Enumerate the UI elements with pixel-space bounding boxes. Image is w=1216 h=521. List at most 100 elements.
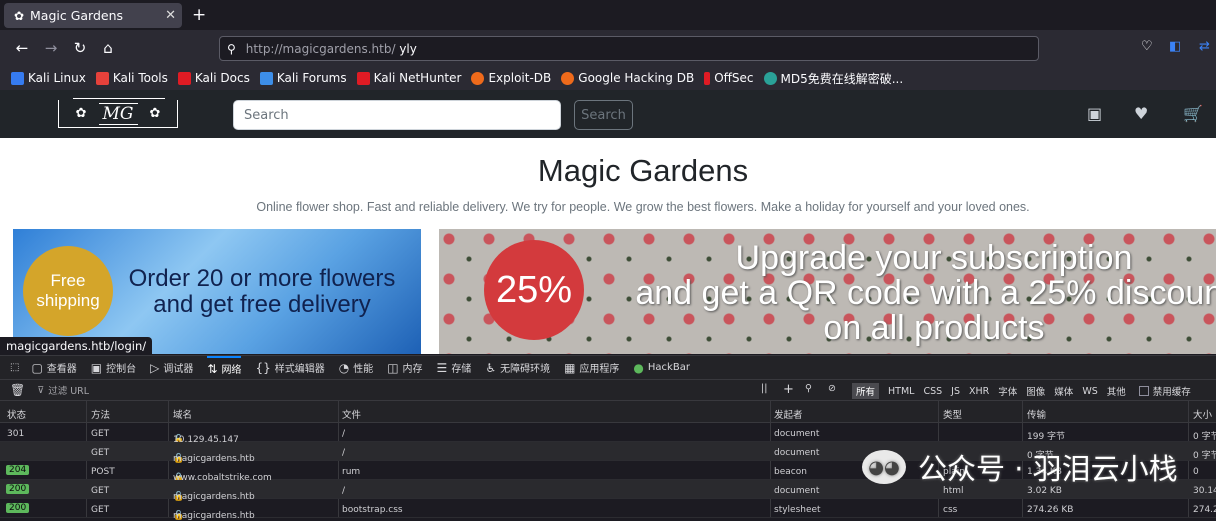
trash-icon[interactable]: 🗑 [10, 383, 25, 397]
devtools-tab[interactable]: ▷ 调试器 [150, 356, 193, 380]
bookmark-item[interactable]: Exploit-DB [471, 71, 551, 85]
kali-docs-icon [177, 71, 191, 85]
tab-bar: ✿ Magic Gardens ✕ + [0, 0, 1216, 30]
filter-type[interactable]: 媒体 [1054, 384, 1073, 398]
filter-type[interactable]: JS [951, 386, 960, 397]
devtools-tab[interactable]: ♿ 无障碍环境 [485, 356, 550, 380]
bag-icon[interactable]: ▣ [1087, 104, 1102, 123]
filter-type[interactable]: 其他 [1107, 384, 1126, 398]
page-subtitle: Online flower shop. Fast and reliable de… [256, 200, 1030, 214]
table-row[interactable]: 301 GET 🔓 10.129.45.147 / document 199 字节… [0, 423, 1216, 445]
back-icon[interactable]: ← [13, 39, 31, 57]
devtools-tab[interactable]: ☰ 存储 [437, 356, 472, 380]
sync-icon[interactable]: ⇄ [1199, 39, 1210, 54]
pause-icon[interactable]: || [761, 383, 767, 394]
search-icon: ⚲ [227, 41, 236, 56]
devtools-tab[interactable]: ▣ 控制台 [91, 356, 136, 380]
bookmark-item[interactable]: Kali NetHunter [356, 71, 461, 85]
navigation-toolbar: ← → ↻ ⌂ ⚲ http://magicgardens.htb/ yly ♡… [0, 30, 1216, 66]
element-picker-icon[interactable]: ⬚ [10, 356, 19, 380]
bookmark-item[interactable]: MD5免费在线解密破... [763, 70, 903, 87]
col-domain[interactable]: 域名 [173, 407, 192, 421]
filter-type[interactable]: HTML [888, 386, 914, 397]
devtools-tab[interactable]: ◔ 性能 [339, 356, 373, 380]
table-row[interactable]: 200 GET 🔓 magicgardens.htb bootstrap.css … [0, 499, 1216, 521]
status-badge: 204 [6, 465, 30, 475]
disable-cache-checkbox[interactable] [1138, 386, 1149, 396]
memory-icon: ◫ [387, 360, 399, 375]
col-file[interactable]: 文件 [342, 407, 361, 421]
network-filter-bar: 🗑 ⊽ 过滤 URL || + ⚲ ⊘ 所有 HTML CSS JS XHR 字… [0, 379, 1216, 401]
col-transfer[interactable]: 传输 [1027, 407, 1046, 421]
subscription-banner[interactable]: 25% Upgrade your subscription and get a … [439, 229, 1216, 354]
devtools-toolbar: ⬚ ▢ 查看器 ▣ 控制台 ▷ 调试器 ⇅ 网络 {} 样式编辑器 ◔ 性能 ◫ 内存 ☰ 存储… [0, 355, 1216, 379]
filter-url-input[interactable]: 过滤 URL [48, 383, 89, 397]
pocket-icon[interactable]: ♡ [1141, 39, 1153, 54]
bookmark-item[interactable]: Google Hacking DB [561, 71, 694, 85]
bookmark-item[interactable]: Kali Linux [11, 71, 86, 85]
lotus-icon: ✿ [75, 106, 87, 121]
home-icon[interactable]: ⌂ [99, 39, 117, 57]
application-icon: ▦ [564, 360, 576, 375]
filter-type[interactable]: 图像 [1026, 384, 1045, 398]
bookmark-item[interactable]: Kali Tools [95, 71, 168, 85]
devtools-tab[interactable]: ◫ 内存 [387, 356, 422, 380]
search-input[interactable]: Search [233, 100, 561, 130]
exploit-db-icon [471, 71, 485, 85]
col-status[interactable]: 状态 [7, 407, 26, 421]
filter-type[interactable]: CSS [923, 386, 942, 397]
status-link-preview: magicgardens.htb/login/ [0, 337, 153, 355]
md5-icon [763, 71, 777, 85]
free-shipping-banner[interactable]: Free shipping Order 20 or more flowers a… [13, 229, 421, 354]
devtools-tab[interactable]: ▢ 查看器 [31, 356, 76, 380]
filter-type[interactable]: WS [1082, 386, 1097, 397]
col-initiator[interactable]: 发起者 [774, 407, 803, 421]
new-tab-button[interactable]: + [192, 5, 206, 25]
site-logo[interactable]: ✿ MG ✿ [58, 98, 178, 128]
url-path: yly [399, 41, 417, 56]
extension-icon[interactable]: ◧ [1169, 39, 1181, 54]
banner-text: Upgrade your subscription and get a QR c… [635, 239, 1216, 347]
lotus-favicon-icon: ✿ [13, 8, 25, 23]
block-icon[interactable]: ⊘ [828, 383, 836, 394]
filter-type[interactable]: XHR [969, 386, 989, 397]
url-host: http://magicgardens.htb/ [245, 41, 396, 56]
style-editor-icon: {} [255, 360, 271, 375]
browser-tab[interactable]: ✿ Magic Gardens ✕ [4, 3, 182, 28]
disable-cache-label: 禁用缓存 [1152, 387, 1191, 398]
offsec-icon [704, 71, 711, 85]
bookmark-item[interactable]: Kali Forums [259, 71, 347, 85]
inspector-icon: ▢ [31, 360, 43, 375]
status-badge: 200 [6, 484, 30, 494]
bookmark-item[interactable]: OffSec [704, 71, 754, 85]
devtools-tab-network[interactable]: ⇅ 网络 [207, 355, 242, 380]
banner-text: Order 20 or more flowers and get free de… [128, 265, 396, 318]
cart-icon[interactable]: 🛒 [1183, 104, 1203, 123]
filter-type[interactable]: 字体 [998, 384, 1017, 398]
filter-icon: ⊽ [37, 384, 45, 396]
heart-icon[interactable]: ♥ [1134, 104, 1148, 123]
type-filters: 所有 HTML CSS JS XHR 字体 图像 媒体 WS 其他 禁用缓存 [852, 382, 1200, 400]
reload-icon[interactable]: ↻ [71, 39, 89, 57]
close-tab-icon[interactable]: ✕ [165, 8, 176, 23]
bookmark-item[interactable]: Kali Docs [177, 71, 250, 85]
url-text: http://magicgardens.htb/ yly [246, 42, 417, 56]
plus-icon[interactable]: + [783, 382, 794, 397]
storage-icon: ☰ [436, 360, 448, 375]
col-method[interactable]: 方法 [91, 407, 110, 421]
url-bar[interactable]: ⚲ http://magicgardens.htb/ yly [219, 36, 1039, 61]
console-icon: ▣ [90, 360, 103, 375]
col-type[interactable]: 类型 [943, 407, 962, 421]
forward-icon[interactable]: → [42, 39, 60, 57]
search-button[interactable]: Search [574, 100, 633, 130]
search-icon[interactable]: ⚲ [805, 383, 812, 394]
bookmarks-toolbar: Kali Linux Kali Tools Kali Docs Kali For… [0, 66, 1216, 90]
free-shipping-badge: Free shipping [23, 246, 113, 336]
devtools-tab[interactable]: ▦ 应用程序 [564, 356, 619, 380]
nethunter-icon [356, 71, 370, 85]
col-size[interactable]: 大小 [1193, 407, 1212, 421]
filter-type[interactable]: 所有 [852, 383, 880, 399]
accessibility-icon: ♿ [485, 360, 497, 375]
devtools-tab[interactable]: ● HackBar [633, 356, 690, 380]
devtools-tab[interactable]: {} 样式编辑器 [255, 356, 324, 380]
